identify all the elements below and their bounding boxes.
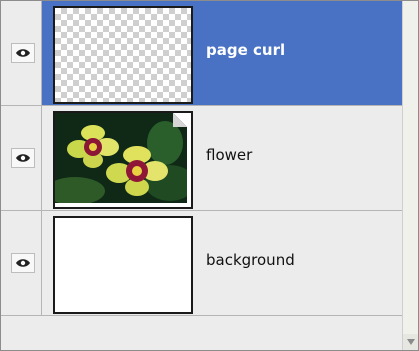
eye-icon[interactable] — [11, 253, 35, 273]
layer-thumbnail-flower[interactable] — [53, 111, 193, 209]
eye-icon[interactable] — [11, 43, 35, 63]
visibility-cell — [1, 211, 42, 315]
eye-icon[interactable] — [11, 148, 35, 168]
panel-footer — [1, 328, 402, 350]
layer-name-page-curl[interactable]: page curl — [206, 41, 285, 59]
layer-thumbnail-page-curl[interactable] — [53, 6, 193, 104]
layer-row-background[interactable]: background — [1, 211, 402, 316]
visibility-cell — [1, 1, 42, 105]
vertical-scrollbar[interactable] — [402, 1, 418, 350]
layer-name-flower[interactable]: flower — [206, 146, 252, 164]
layers-panel: page curl flower background — [0, 0, 419, 351]
layer-name-background[interactable]: background — [206, 251, 295, 269]
visibility-cell — [1, 106, 42, 210]
layer-row-flower[interactable]: flower — [1, 106, 402, 211]
layer-thumbnail-background[interactable] — [53, 216, 193, 314]
arrow-down-icon[interactable] — [403, 334, 418, 350]
orchid-image — [55, 113, 191, 205]
layer-row-page-curl[interactable]: page curl — [1, 1, 402, 106]
